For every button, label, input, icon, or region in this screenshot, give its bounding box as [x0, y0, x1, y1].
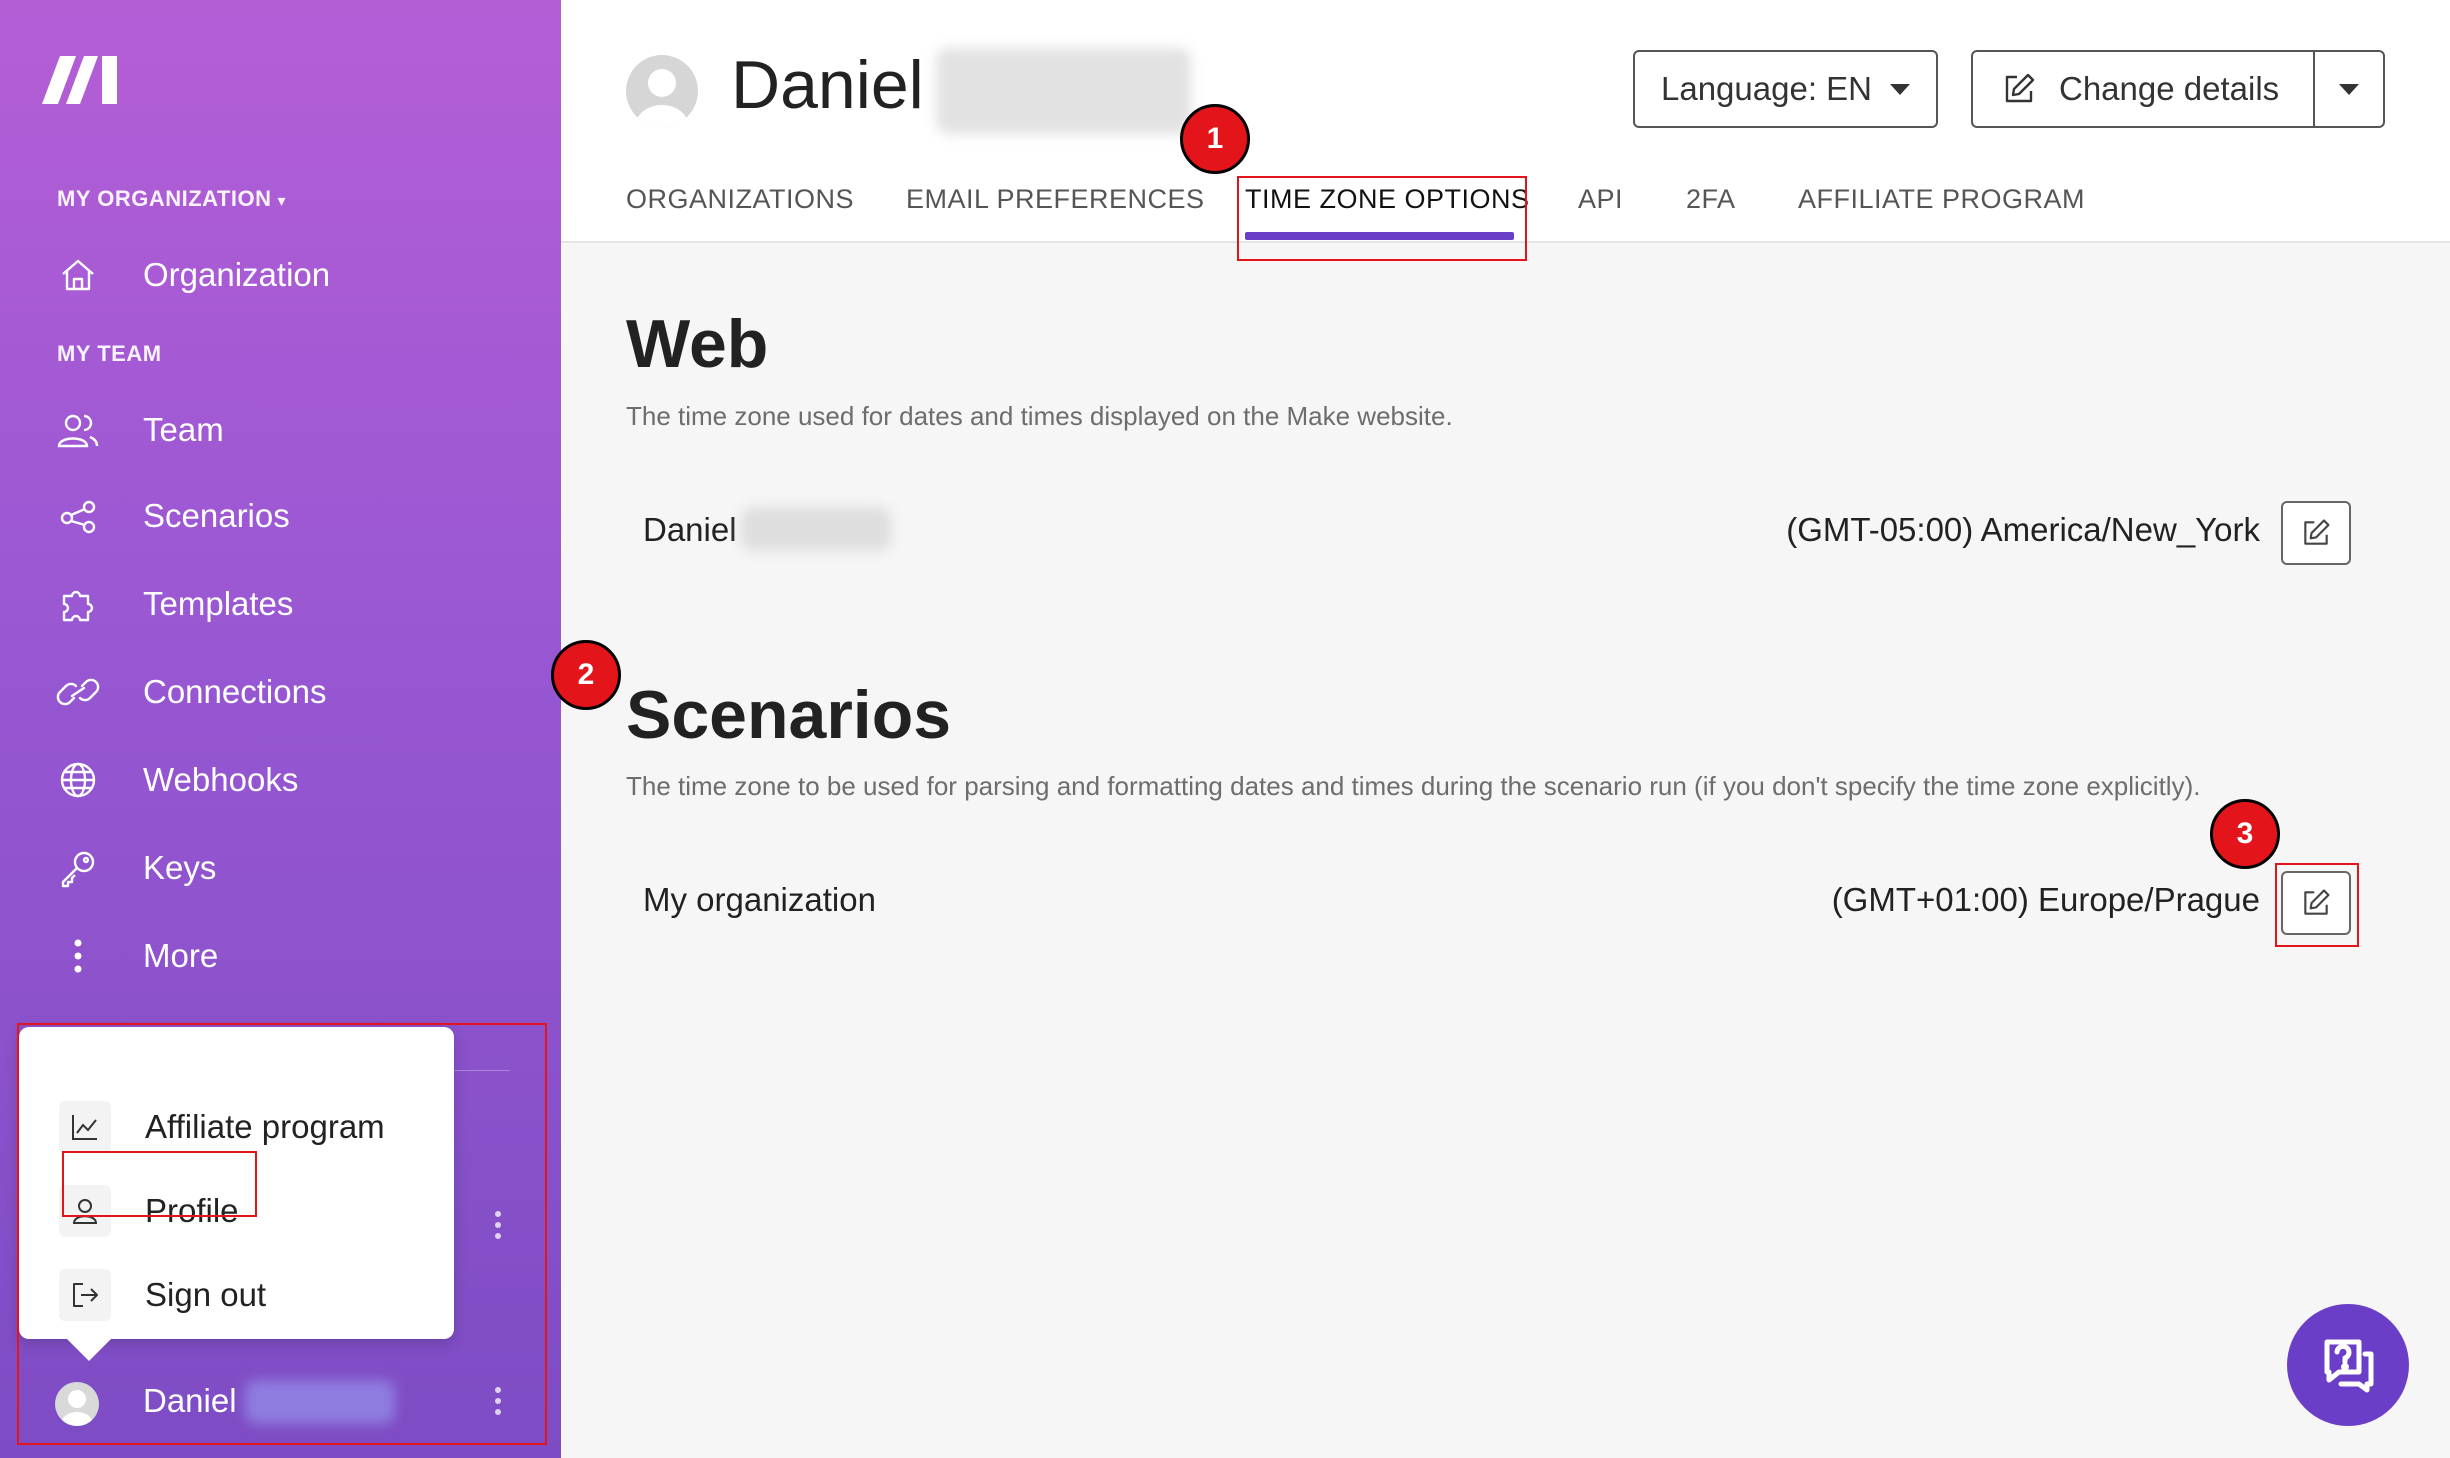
sidebar-item-label: Keys [143, 849, 217, 886]
sidebar-item-label: Scenarios [143, 497, 290, 534]
scenarios-section-description: The time zone to be used for parsing and… [626, 771, 2201, 801]
edit-icon [2300, 517, 2332, 549]
sidebar-item-label: Organization [143, 256, 331, 293]
app-window: MY ORGANIZATION ▾ Organization MY TEAM Te… [0, 0, 2450, 1458]
puzzle-icon [56, 582, 100, 626]
sidebar-item-keys[interactable]: Keys [0, 829, 561, 907]
sidebar-item-label: Team [143, 411, 224, 448]
users-icon [56, 408, 100, 452]
highlight-user-menu-box [17, 1023, 547, 1445]
highlight-profile-box [62, 1151, 257, 1217]
change-details-button[interactable]: Change details [1971, 50, 2315, 128]
avatar [626, 55, 698, 127]
my-team-label: MY TEAM [57, 341, 162, 366]
scenarios-section-title: Scenarios [626, 677, 952, 753]
redacted-surname [741, 507, 891, 551]
change-details-dropdown-button[interactable] [2313, 50, 2385, 128]
sidebar-item-more[interactable]: More [0, 917, 561, 995]
help-question-icon [2315, 1332, 2381, 1398]
sidebar-item-label: More [143, 937, 219, 974]
web-section-description: The time zone used for dates and times d… [626, 401, 1453, 431]
sidebar-item-label: Webhooks [143, 761, 299, 798]
sidebar-item-webhooks[interactable]: Webhooks [0, 741, 561, 819]
globe-icon [56, 758, 100, 802]
sidebar-item-label: Connections [143, 673, 327, 710]
change-details-label: Change details [2059, 70, 2280, 107]
home-icon [56, 253, 100, 297]
highlight-edit-button-box [2275, 863, 2359, 947]
tab-organizations[interactable]: ORGANIZATIONS [626, 184, 854, 215]
sidebar-item-team[interactable]: Team [0, 391, 561, 469]
tab-api[interactable]: API [1578, 184, 1623, 215]
tab-email-preferences[interactable]: EMAIL PREFERENCES [906, 184, 1205, 215]
key-icon [56, 846, 100, 890]
page-title: Daniel [731, 47, 924, 123]
language-button[interactable]: Language: EN [1633, 50, 1938, 128]
language-button-label: Language: EN [1661, 70, 1873, 107]
tab-2fa[interactable]: 2FA [1686, 184, 1736, 215]
chevron-down-icon [1890, 83, 1911, 95]
step-badge-3: 3 [2210, 799, 2280, 869]
sidebar-item-scenarios[interactable]: Scenarios [0, 477, 561, 555]
web-timezone-edit-button[interactable] [2281, 501, 2351, 565]
sidebar-item-connections[interactable]: Connections [0, 653, 561, 731]
link-icon [56, 670, 100, 714]
step-badge-2: 2 [551, 640, 621, 710]
step-badge-1: 1 [1180, 104, 1250, 174]
time-zone-panel: Web The time zone used for dates and tim… [561, 243, 2450, 1458]
edit-icon [2001, 71, 2037, 107]
more-vertical-icon [56, 934, 100, 978]
my-organization-label[interactable]: MY ORGANIZATION ▾ [57, 186, 286, 212]
highlight-tab-box [1237, 176, 1527, 261]
scenarios-timezone-value: (GMT+01:00) Europe/Prague [1831, 881, 2260, 918]
caret-down-icon: ▾ [277, 193, 286, 210]
web-timezone-value: (GMT-05:00) America/New_York [1786, 511, 2260, 548]
sidebar-item-organization[interactable]: Organization [0, 236, 561, 314]
share-nodes-icon [56, 494, 100, 538]
sidebar-item-templates[interactable]: Templates [0, 565, 561, 643]
sidebar-item-label: Templates [143, 585, 294, 622]
make-logo[interactable] [40, 46, 120, 106]
web-row-label: Daniel [643, 511, 737, 548]
tab-affiliate-program[interactable]: AFFILIATE PROGRAM [1798, 184, 2085, 215]
my-organization-text: MY ORGANIZATION [57, 186, 272, 211]
scenarios-row-label: My organization [643, 881, 876, 918]
chevron-down-icon [2339, 83, 2359, 95]
web-section-title: Web [626, 306, 769, 382]
redacted-surname [936, 48, 1191, 134]
help-chat-button[interactable] [2287, 1304, 2409, 1426]
